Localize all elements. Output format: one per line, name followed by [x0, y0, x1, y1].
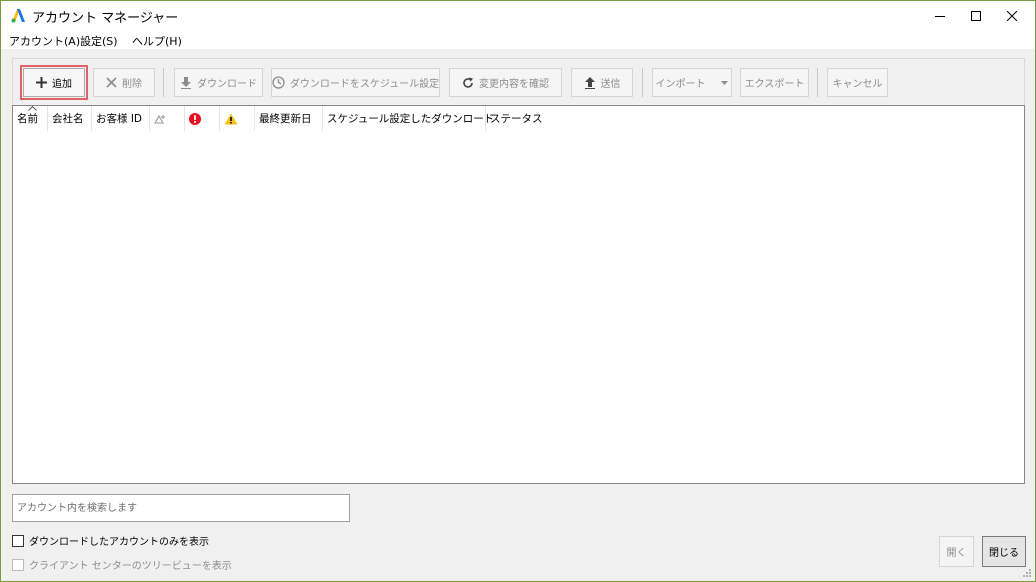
downloaded-only-label: ダウンロードしたアカウントのみを表示 [29, 537, 209, 548]
maximize-icon [971, 10, 981, 21]
search-input[interactable] [12, 494, 350, 522]
menu-settings[interactable]: 設定(S) [80, 33, 118, 49]
app-window: アカウント マネージャー アカウント(A) 設定(S) ヘルプ(H) 追加 削除… [0, 0, 1036, 582]
download-icon [181, 76, 191, 89]
send-button-label: 送信 [600, 79, 621, 90]
menu-bar: アカウント(A) 設定(S) ヘルプ(H) [1, 30, 1035, 49]
toolbar: 追加 削除 ダウンロード ダウンロードをスケジュール設定 変更内容を確認 送信 … [12, 58, 1025, 105]
window-title: アカウント マネージャー [32, 11, 179, 26]
warning-icon [224, 113, 238, 124]
column-last-updated-label: 最終更新日 [259, 113, 312, 125]
export-button[interactable]: エクスポート [740, 68, 809, 97]
close-button[interactable]: 閉じる [982, 536, 1026, 567]
open-button-label: 開く [946, 548, 967, 559]
column-customer-id-label: お客様 ID [96, 113, 143, 125]
x-icon [106, 77, 117, 88]
error-icon [189, 112, 201, 125]
column-errors[interactable] [185, 106, 220, 131]
client-center-tree-label: クライアント センターのツリービューを表示 [29, 561, 232, 572]
toolbar-separator [642, 68, 643, 97]
checkbox-box[interactable] [12, 534, 24, 547]
send-button[interactable]: 送信 [571, 68, 633, 97]
review-changes-button[interactable]: 変更内容を確認 [449, 68, 562, 97]
schedule-download-label: ダウンロードをスケジュール設定 [289, 79, 440, 90]
upload-icon [584, 76, 595, 89]
caret-down-icon [720, 80, 728, 85]
export-button-label: エクスポート [744, 79, 805, 90]
downloaded-only-checkbox[interactable]: ダウンロードしたアカウントのみを表示 [12, 533, 209, 548]
close-icon [1007, 10, 1017, 21]
column-scheduled-download-label: スケジュール設定したダウンロード [327, 113, 495, 125]
download-button-label: ダウンロード [197, 79, 257, 90]
column-name[interactable]: 名前 [13, 106, 48, 131]
column-company-label: 会社名 [52, 113, 84, 125]
column-scheduled-download[interactable]: スケジュール設定したダウンロード [323, 106, 494, 131]
client-center-tree-checkbox[interactable]: クライアント センターのツリービューを表示 [12, 557, 232, 572]
open-button[interactable]: 開く [939, 536, 974, 567]
add-button[interactable]: 追加 [20, 65, 88, 100]
cancel-button[interactable]: キャンセル [827, 68, 888, 97]
review-changes-label: 変更内容を確認 [479, 79, 549, 90]
column-status-label: ステータス [490, 113, 543, 125]
close-button-label: 閉じる [989, 548, 1019, 559]
menu-account[interactable]: アカウント(A) [9, 33, 80, 49]
import-dropdown[interactable]: インポート [652, 68, 732, 97]
column-status[interactable]: ステータス [486, 106, 556, 131]
import-dropdown-label: インポート [655, 79, 706, 90]
accounts-grid[interactable]: 名前 会社名 お客様 ID 最終更新日 スケジュール設定したダウンロード ステー… [12, 105, 1025, 484]
toolbar-separator [817, 68, 818, 97]
cancel-button-label: キャンセル [832, 79, 883, 90]
clock-icon [272, 76, 285, 89]
add-button-label: 追加 [52, 79, 72, 90]
column-warnings[interactable] [220, 106, 255, 131]
column-last-updated[interactable]: 最終更新日 [255, 106, 323, 131]
refresh-icon [463, 77, 473, 88]
column-customer-id[interactable]: お客様 ID [92, 106, 150, 131]
download-button[interactable]: ダウンロード [174, 68, 263, 97]
checkbox-box[interactable] [12, 558, 24, 571]
column-company[interactable]: 会社名 [48, 106, 92, 131]
plus-icon [36, 77, 47, 88]
close-window-button[interactable] [989, 1, 1035, 30]
app-logo-icon [11, 9, 25, 23]
column-name-label: 名前 [17, 113, 38, 125]
minimize-icon [935, 15, 945, 17]
schedule-download-button[interactable]: ダウンロードをスケジュール設定 [271, 68, 440, 97]
column-notes[interactable] [150, 106, 185, 131]
pending-changes-icon [154, 114, 165, 124]
delete-button[interactable]: 削除 [93, 68, 155, 97]
title-bar: アカウント マネージャー [1, 1, 1035, 30]
delete-button-label: 削除 [122, 79, 142, 90]
menu-help[interactable]: ヘルプ(H) [132, 33, 182, 49]
resize-grip-icon[interactable] [1022, 568, 1032, 578]
toolbar-separator [163, 68, 164, 97]
grid-header: 名前 会社名 お客様 ID 最終更新日 スケジュール設定したダウンロード ステー… [13, 106, 1024, 131]
